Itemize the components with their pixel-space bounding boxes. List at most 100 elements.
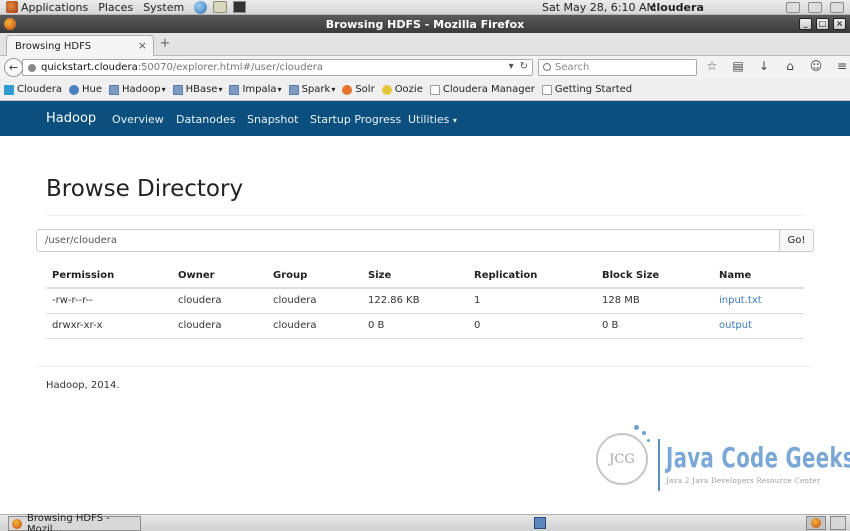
column-header-owner[interactable]: Owner [172, 264, 267, 289]
hadoop-navbar: Hadoop Overview Datanodes Snapshot Start… [0, 101, 850, 136]
bookmark-spark[interactable]: Spark ▾ [288, 84, 335, 95]
home-icon[interactable]: ⌂ [782, 59, 798, 73]
url-bar[interactable]: quickstart.cloudera:50070/explorer.html#… [22, 59, 533, 76]
keyboard-icon[interactable] [830, 2, 844, 13]
bookmark-label: Cloudera [17, 84, 62, 95]
go-button[interactable]: Go! [779, 229, 814, 252]
cloudera-icon [4, 84, 14, 95]
close-tab-icon[interactable]: × [138, 39, 147, 52]
taskbar-window-label: Browsing HDFS - Mozil... [27, 512, 110, 531]
directory-path-input[interactable]: /user/cloudera [36, 229, 780, 252]
cell-block-size: 128 MB [596, 288, 713, 314]
tab-strip: Browsing HDFS × + [0, 33, 850, 56]
bookmark-impala[interactable]: Impala ▾ [229, 84, 282, 95]
nav-snapshot[interactable]: Snapshot [247, 113, 298, 126]
bookmark-hadoop[interactable]: Hadoop ▾ [108, 84, 166, 95]
bookmark-label: Oozie [394, 84, 423, 95]
nav-overview[interactable]: Overview [112, 113, 164, 126]
divider [46, 215, 803, 216]
downloads-icon[interactable]: ↓ [756, 59, 772, 73]
taskbar-window-button[interactable]: Browsing HDFS - Mozil... [8, 512, 141, 531]
maximize-button[interactable]: □ [816, 18, 829, 30]
table-header-row: Permission Owner Group Size Replication … [46, 264, 804, 289]
folder-icon [229, 84, 240, 95]
dropdown-history-icon[interactable]: ▾ [509, 61, 514, 72]
chevron-down-icon: ▾ [161, 85, 166, 94]
email-launcher-icon[interactable] [213, 1, 228, 13]
search-input[interactable]: Search [538, 59, 697, 76]
workspace-switcher-icon[interactable] [534, 517, 546, 529]
bookmark-cloudera-manager[interactable]: Cloudera Manager [429, 84, 535, 95]
chevron-down-icon: ▾ [277, 85, 282, 94]
firefox-launcher-icon[interactable] [194, 0, 208, 14]
back-button[interactable]: ← [4, 58, 23, 77]
bookmark-label: Getting Started [554, 84, 633, 95]
page-footer: Hadoop, 2014. [46, 380, 120, 391]
column-header-permission[interactable]: Permission [46, 264, 172, 289]
bookmark-hbase[interactable]: HBase ▾ [172, 84, 222, 95]
bookmark-oozie[interactable]: Oozie [381, 84, 423, 95]
close-button[interactable]: × [833, 18, 846, 30]
tray-firefox-button[interactable] [806, 516, 826, 530]
bookmark-solr[interactable]: Solr [342, 84, 375, 95]
logo-tagline: Java 2 Java Developers Resource Center [666, 477, 821, 485]
bookmark-label: Hue [81, 84, 102, 95]
bookmark-hue[interactable]: Hue [68, 84, 102, 95]
logo-dot [642, 431, 646, 435]
logo-name: Java Code Geeks [666, 441, 850, 474]
new-tab-icon[interactable]: + [158, 37, 172, 51]
nav-utilities[interactable]: Utilities ▾ [408, 113, 457, 126]
bookmark-label: HBase [185, 84, 218, 95]
reading-list-icon[interactable]: ▤ [730, 59, 746, 73]
window-titlebar[interactable]: Browsing HDFS - Mozilla Firefox _ □ × [0, 15, 850, 33]
panel-clock[interactable]: Sat May 28, 6:10 AM [542, 1, 656, 14]
page-title: Browse Directory [46, 176, 244, 202]
firefox-icon [811, 518, 821, 528]
panel-user[interactable]: cloudera [650, 1, 704, 14]
cell-name: input.txt [713, 288, 804, 314]
window-title: Browsing HDFS - Mozilla Firefox [325, 17, 525, 31]
cell-permission: -rw-r--r-- [46, 288, 172, 314]
folder-icon [108, 84, 119, 95]
applications-label: Applications [21, 0, 89, 14]
solr-icon [342, 84, 353, 95]
cell-name: output [713, 313, 804, 339]
directory-table: Permission Owner Group Size Replication … [46, 264, 804, 339]
nav-datanodes[interactable]: Datanodes [176, 113, 235, 126]
applications-menu[interactable]: Applications [6, 1, 88, 14]
site-info-icon[interactable] [28, 64, 36, 72]
column-header-group[interactable]: Group [267, 264, 362, 289]
reload-icon[interactable]: ↻ [520, 61, 528, 72]
chat-icon[interactable]: ☺ [808, 59, 824, 73]
menu-icon[interactable]: ≡ [834, 59, 850, 73]
top-panel: Applications Places System Sat May 28, 6… [0, 0, 850, 15]
divider [36, 366, 813, 367]
caret-down-icon: ▾ [452, 116, 457, 125]
java-code-geeks-logo: JCG Java Code Geeks Java 2 Java Develope… [594, 425, 850, 495]
column-header-block-size[interactable]: Block Size [596, 264, 713, 289]
column-header-name[interactable]: Name [713, 264, 804, 289]
show-desktop-icon[interactable] [830, 516, 846, 530]
hadoop-brand[interactable]: Hadoop [46, 111, 96, 126]
bookmark-cloudera[interactable]: Cloudera [4, 84, 62, 95]
terminal-launcher-icon[interactable] [233, 1, 247, 13]
volume-icon[interactable] [786, 2, 800, 13]
table-row: drwxr-xr-x cloudera cloudera 0 B 0 0 B o… [46, 313, 804, 339]
column-header-replication[interactable]: Replication [468, 264, 596, 289]
cell-replication: 1 [468, 288, 596, 314]
network-icon[interactable] [808, 2, 822, 13]
file-link-input-txt[interactable]: input.txt [719, 295, 762, 306]
gnome-foot-icon [6, 1, 18, 13]
system-label: System [143, 0, 185, 14]
folder-link-output[interactable]: output [719, 320, 752, 331]
column-header-size[interactable]: Size [362, 264, 468, 289]
nav-utilities-label: Utilities [408, 113, 450, 126]
places-menu[interactable]: Places [98, 1, 133, 14]
bookmark-getting-started[interactable]: Getting Started [541, 84, 633, 95]
minimize-button[interactable]: _ [799, 18, 812, 30]
bookmark-star-icon[interactable]: ☆ [704, 59, 720, 73]
system-menu[interactable]: System [143, 1, 184, 14]
tab-browsing-hdfs[interactable]: Browsing HDFS × [6, 35, 154, 56]
bottom-taskbar: Browsing HDFS - Mozil... [0, 512, 850, 531]
nav-startup-progress[interactable]: Startup Progress [310, 113, 401, 126]
